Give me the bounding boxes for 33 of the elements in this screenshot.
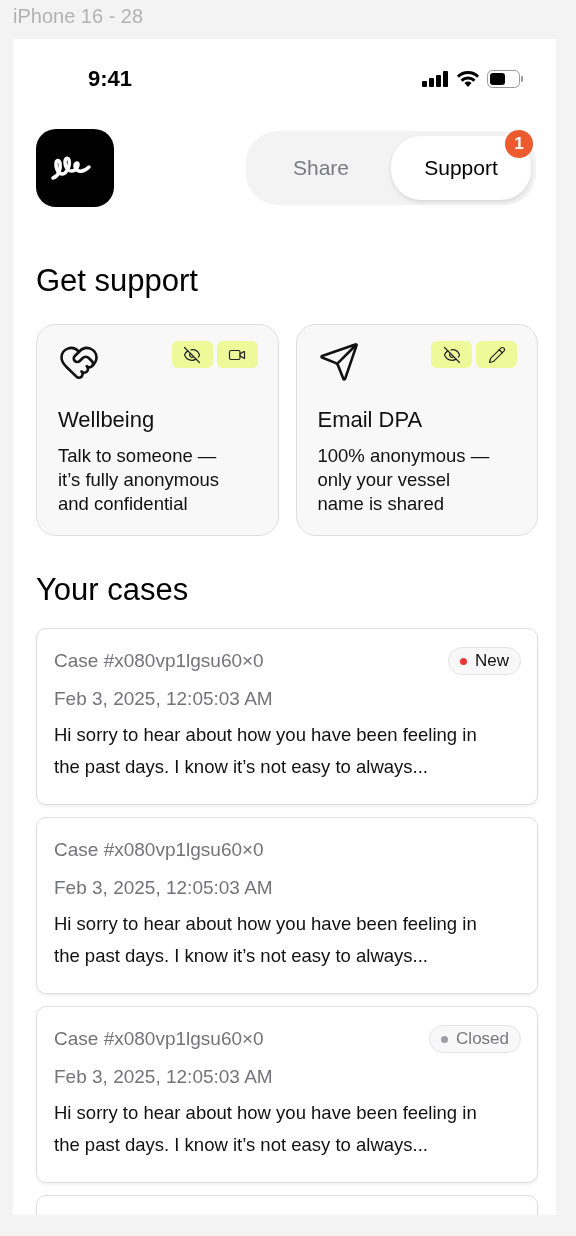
case-date: Feb 3, 2025, 12:05:03 AM (54, 877, 274, 899)
option-description: Talk to someone — it’s fully anonymous and confidential (58, 444, 221, 516)
eye-off-icon (183, 345, 201, 364)
case-id: Case #x080vp1lgsu60×0 (54, 650, 264, 672)
case-card[interactable]: Case #x080vp1lgsu60×0 Closed Feb 3, 2025, 12:05:03 AM Hi sorry to hear about how you have been feeling in the past days. I know it’s not easy to always... (36, 1006, 538, 1183)
section-heading: Your cases (36, 572, 190, 608)
support-option-card[interactable]: Email DPA 100% anonymous — only your vessel name is shared (295, 324, 538, 536)
section-heading: Get support (36, 263, 199, 299)
status-label: New (475, 651, 509, 671)
case-card[interactable]: Case #x080vp1lgsu60×0 New Feb 3, 2025, 12:05:03 AM Hi sorry to hear about how you have been feeling in the past days. I know it’s not easy to always... (36, 628, 538, 805)
status-label: Closed (456, 1029, 509, 1049)
segment-tab[interactable]: Share (251, 136, 391, 200)
support-option-card[interactable]: Wellbeing Talk to someone — it’s fully anonymous and confidential (36, 324, 279, 536)
case-message: Hi sorry to hear about how you have been feeling in the past days. I know it’s not easy to always... (54, 1101, 478, 1157)
pencil-icon (487, 345, 506, 364)
notification-badge: 1 (505, 130, 533, 158)
option-description: 100% anonymous — only your vessel name is shared (317, 444, 491, 516)
option-title: Wellbeing (58, 407, 156, 433)
eye-off-icon (442, 345, 461, 364)
wifi-icon (457, 71, 479, 87)
signal-icon (422, 71, 449, 87)
case-date: Feb 3, 2025, 12:05:03 AM (54, 688, 274, 710)
case-message: Hi sorry to hear about how you have been feeling in the past days. I know it’s not easy to always... (54, 723, 478, 779)
case-id: Case #x080vp1lgsu60×0 (54, 839, 264, 861)
status-time: 9:41 (88, 66, 133, 92)
case-message: Hi sorry to hear about how you have been feeling in the past days. I know it’s not easy to always... (54, 912, 478, 968)
option-title: Email DPA (317, 407, 424, 433)
paper-plane-icon (317, 341, 360, 383)
case-date: Feb 3, 2025, 12:05:03 AM (54, 1066, 274, 1088)
battery-icon (487, 70, 524, 88)
canvas-label: iPhone 16 - 28 (12, 4, 145, 29)
case-card[interactable]: Case #x080vp1lgsu60×0 Feb 3, 2025, 12:05:03 AM Hi sorry to hear about how you have been feeling in the past days. I know it’s not easy to always... (36, 817, 538, 994)
case-id: Case #x080vp1lgsu60×0 (54, 1028, 264, 1050)
